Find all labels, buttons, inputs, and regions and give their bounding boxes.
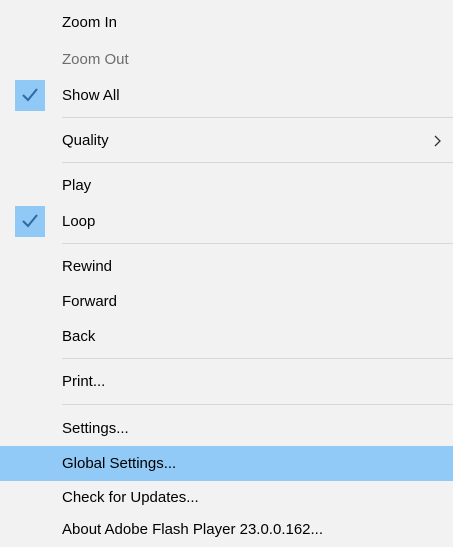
check-icon <box>22 88 38 102</box>
menu-item-settings[interactable]: Settings... <box>0 411 453 446</box>
menu-item-zoom-in[interactable]: Zoom In <box>0 5 453 40</box>
check-indicator <box>15 206 45 237</box>
menu-item-label: Play <box>62 177 92 194</box>
menu-item-print[interactable]: Print... <box>0 364 453 399</box>
menu-item-label: About Adobe Flash Player 23.0.0.162... <box>62 521 324 538</box>
menu-separator <box>62 117 453 118</box>
menu-item-play[interactable]: Play <box>0 168 453 203</box>
menu-separator <box>62 162 453 163</box>
menu-item-label: Quality <box>62 132 109 149</box>
menu-item-check-for-updates[interactable]: Check for Updates... <box>0 480 453 515</box>
context-menu: Zoom In Zoom Out Show All Quality Play L… <box>0 0 453 547</box>
menu-item-label: Global Settings... <box>62 455 177 472</box>
menu-item-label: Print... <box>62 373 106 390</box>
menu-item-loop[interactable]: Loop <box>0 204 453 239</box>
menu-item-label: Zoom In <box>62 14 118 31</box>
menu-item-label: Rewind <box>62 258 113 275</box>
check-icon <box>22 214 38 228</box>
menu-item-label: Forward <box>62 293 118 310</box>
menu-item-quality[interactable]: Quality <box>0 123 453 158</box>
menu-item-rewind[interactable]: Rewind <box>0 249 453 284</box>
menu-item-about[interactable]: About Adobe Flash Player 23.0.0.162... <box>0 512 453 547</box>
chevron-right-icon <box>434 123 446 158</box>
menu-item-label: Settings... <box>62 420 129 437</box>
menu-item-label: Check for Updates... <box>62 489 199 506</box>
menu-item-show-all[interactable]: Show All <box>0 78 453 113</box>
menu-item-label: Show All <box>62 87 120 104</box>
menu-item-label: Loop <box>62 213 96 230</box>
menu-item-back[interactable]: Back <box>0 319 453 354</box>
menu-item-forward[interactable]: Forward <box>0 284 453 319</box>
menu-item-global-settings[interactable]: Global Settings... <box>0 446 453 481</box>
menu-separator <box>62 358 453 359</box>
menu-separator <box>62 404 453 405</box>
menu-item-label: Back <box>62 328 96 345</box>
menu-item-zoom-out: Zoom Out <box>0 42 453 77</box>
menu-item-label: Zoom Out <box>62 51 129 68</box>
check-indicator <box>15 80 45 111</box>
menu-separator <box>62 243 453 244</box>
